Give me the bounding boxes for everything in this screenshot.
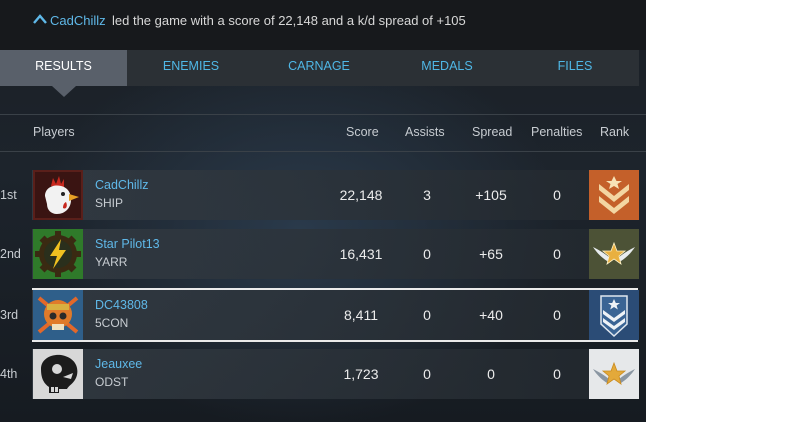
table-header: Players Score Assists Spread Penalties R…: [0, 114, 646, 152]
score-value: 22,148: [339, 187, 383, 203]
assists-value: 3: [423, 187, 431, 203]
place-label: 1st: [0, 188, 17, 202]
player-clan-tag: 5CON: [95, 316, 129, 330]
tab-medals[interactable]: MEDALS: [383, 50, 511, 86]
player-row[interactable]: 1st CadChillz SHIP 22,148 3 +105 0: [0, 170, 646, 220]
place-label: 2nd: [0, 247, 21, 261]
chevron-up-icon: [33, 14, 47, 24]
column-players: Players: [33, 125, 75, 139]
column-spread: Spread: [472, 125, 513, 139]
penalties-value: 0: [553, 187, 561, 203]
player-gamertag-link[interactable]: DC43808: [95, 298, 148, 312]
chevron-shield-rank-icon: [589, 290, 639, 340]
silver-winged-star-rank-icon: [589, 349, 639, 399]
player-row[interactable]: 3rd DC43808 5CON 8,411 0 +40 0: [0, 288, 646, 342]
tab-enemies[interactable]: ENEMIES: [127, 50, 255, 86]
player-gamertag-link[interactable]: CadChillz: [95, 178, 149, 192]
score-value: 8,411: [344, 307, 378, 323]
score-value: 1,723: [343, 366, 379, 382]
assists-value: 0: [423, 307, 431, 323]
tab-bar: RESULTS ENEMIES CARNAGE MEDALS FILES: [0, 50, 639, 86]
carnage-report-panel: CadChillz led the game with a score of 2…: [0, 0, 646, 422]
sergeant-chevron-rank-icon: [589, 170, 639, 220]
player-gamertag-link[interactable]: Jeauxee: [95, 357, 142, 371]
active-tab-indicator: [52, 86, 76, 97]
place-label: 3rd: [0, 308, 19, 322]
column-rank: Rank: [600, 125, 630, 139]
spread-value: +40: [479, 307, 503, 323]
assists-value: 0: [423, 246, 431, 262]
penalties-value: 0: [553, 366, 561, 382]
tab-files[interactable]: FILES: [511, 50, 639, 86]
penalties-value: 0: [553, 307, 561, 323]
player-row[interactable]: 2nd Star Pilot13 YARR 16,431 0 +65 0: [0, 229, 646, 279]
tab-results[interactable]: RESULTS: [0, 50, 127, 86]
spread-value: +105: [475, 187, 507, 203]
spread-value: 0: [487, 366, 495, 382]
place-label: 4th: [0, 367, 18, 381]
summary-message: led the game with a score of 22,148 and …: [112, 13, 466, 28]
player-row[interactable]: 4th Jeauxee ODST 1,723 0 0 0: [0, 349, 646, 399]
assists-value: 0: [423, 366, 431, 382]
player-clan-tag: YARR: [95, 255, 128, 269]
column-assists: Assists: [405, 125, 445, 139]
leader-gamertag-link[interactable]: CadChillz: [50, 13, 106, 28]
game-summary-banner: CadChillz led the game with a score of 2…: [0, 0, 646, 50]
column-score: Score: [346, 125, 379, 139]
tab-carnage[interactable]: CARNAGE: [255, 50, 383, 86]
spread-value: +65: [479, 246, 503, 262]
skull-emblem-icon: [33, 290, 83, 340]
winged-star-rank-icon: [589, 229, 639, 279]
lightning-gear-emblem-icon: [33, 229, 83, 279]
penalties-value: 0: [553, 246, 561, 262]
score-value: 16,431: [339, 246, 383, 262]
alien-skull-emblem-icon: [33, 349, 83, 399]
column-penalties: Penalties: [531, 125, 583, 139]
player-gamertag-link[interactable]: Star Pilot13: [95, 237, 160, 251]
player-clan-tag: ODST: [95, 375, 129, 389]
rooster-emblem-icon: [33, 170, 83, 220]
player-clan-tag: SHIP: [95, 196, 124, 210]
